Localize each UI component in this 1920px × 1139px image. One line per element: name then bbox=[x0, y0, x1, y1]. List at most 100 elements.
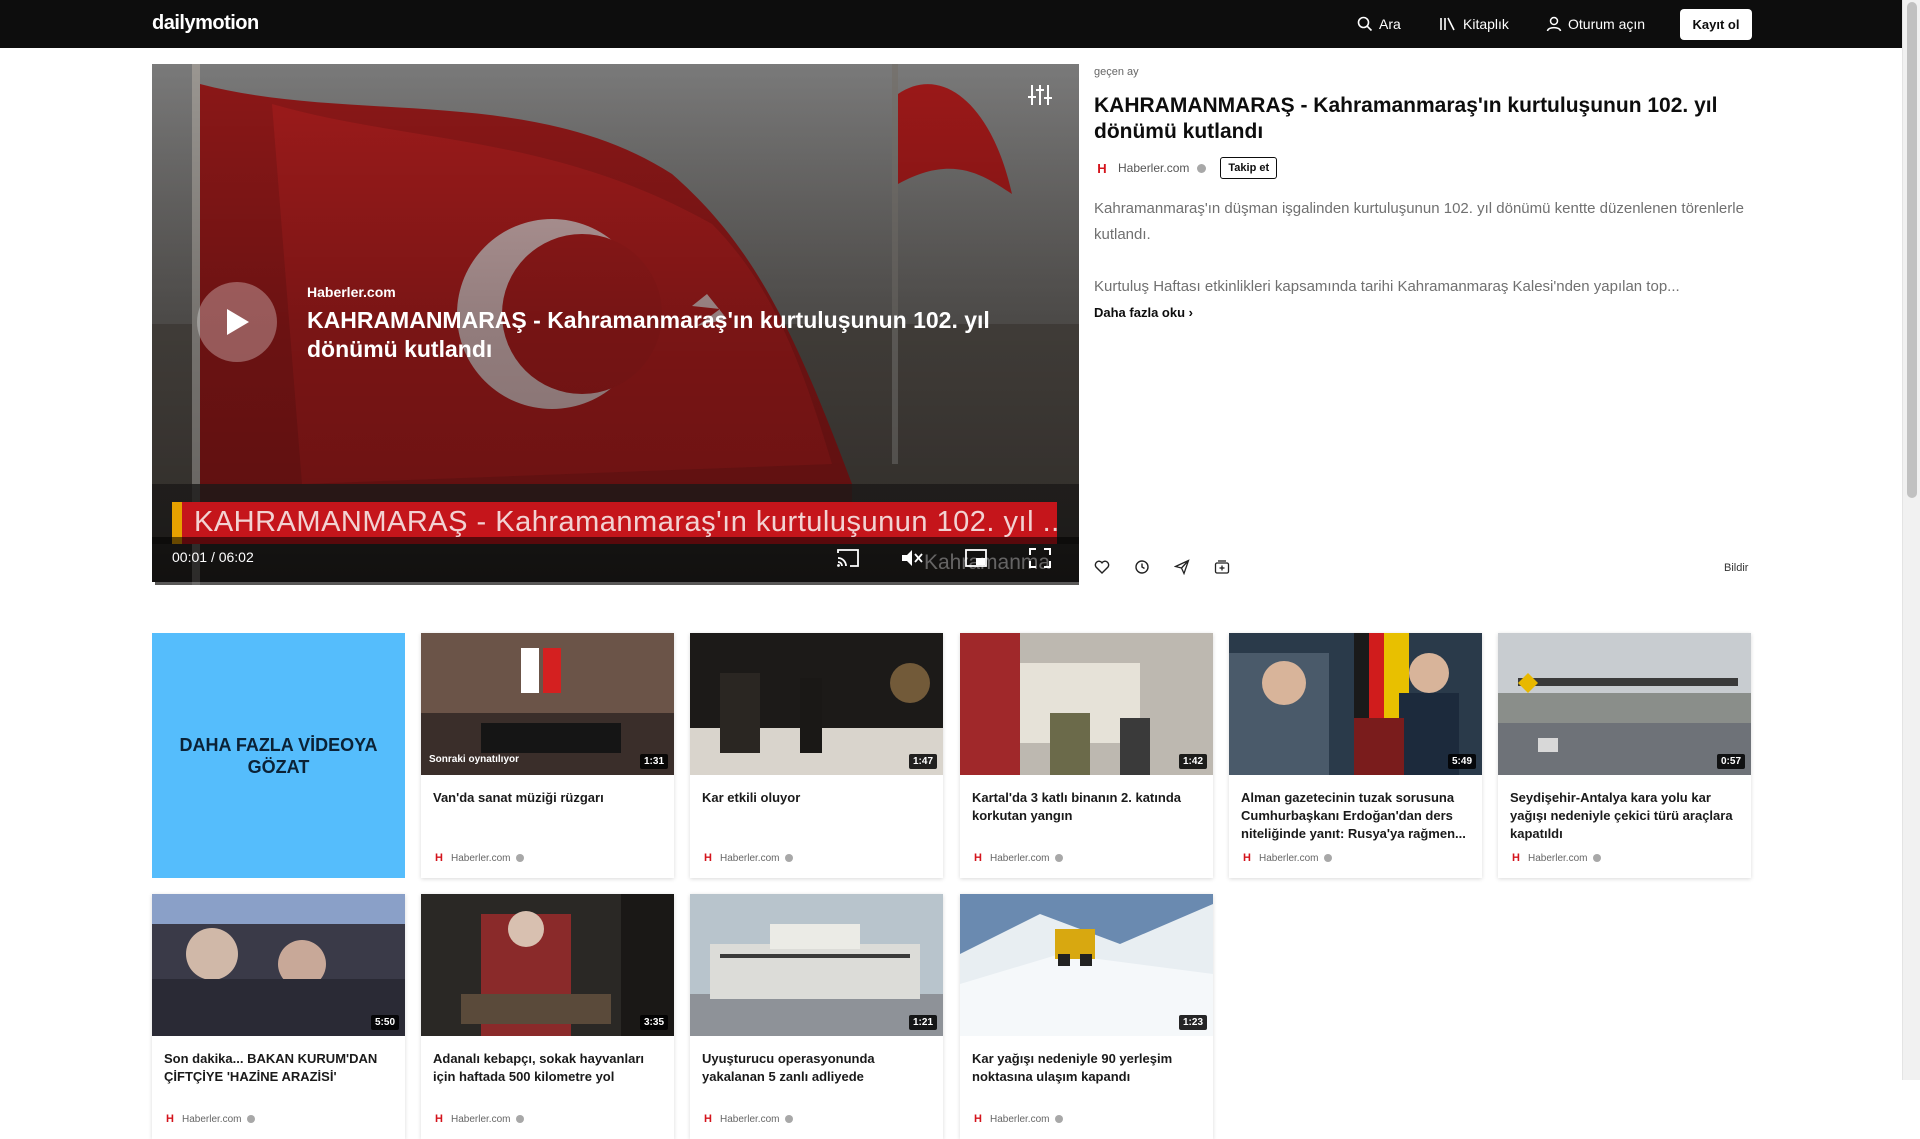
video-thumbnail[interactable]: 5:49 bbox=[1229, 633, 1482, 775]
video-card-title[interactable]: Kar etkili oluyor bbox=[702, 789, 932, 807]
video-card[interactable]: 5:49 Alman gazetecinin tuzak sorusuna Cu… bbox=[1229, 633, 1482, 878]
video-card-channel[interactable]: H Haberler.com bbox=[1241, 852, 1333, 864]
read-more-link[interactable]: Daha fazla oku › bbox=[1094, 305, 1193, 320]
video-card-title[interactable]: Adanalı kebapçı, sokak hayvanları için h… bbox=[433, 1050, 663, 1086]
video-card-channel[interactable]: H Haberler.com bbox=[972, 1113, 1064, 1125]
top-navigation-bar: dailymotion Ara Kitaplık Oturum açın Kay… bbox=[0, 0, 1902, 48]
video-card[interactable]: 5:50 Son dakika... BAKAN KURUM'DAN ÇİFTÇ… bbox=[152, 894, 405, 1139]
heart-icon[interactable] bbox=[1094, 559, 1110, 575]
video-thumbnail[interactable]: 1:47 bbox=[690, 633, 943, 775]
library-button[interactable]: Kitaplık bbox=[1439, 0, 1509, 48]
time-separator: / bbox=[210, 549, 215, 565]
share-icon[interactable] bbox=[1173, 559, 1190, 576]
channel-name: Haberler.com bbox=[990, 852, 1050, 864]
channel-logo: H bbox=[435, 852, 443, 864]
video-card[interactable]: 1:47 Kar etkili oluyor H Haberler.com bbox=[690, 633, 943, 878]
page-scrollbar[interactable] bbox=[1902, 0, 1920, 1080]
report-link[interactable]: Bildir bbox=[1724, 562, 1748, 574]
picture-in-picture-icon[interactable] bbox=[964, 547, 988, 574]
video-duration-badge: 1:47 bbox=[908, 754, 937, 769]
video-card[interactable]: 1:23 Kar yağışı nedeniyle 90 yerleşim no… bbox=[960, 894, 1213, 1139]
video-card[interactable]: Sonraki oynatılıyor 1:31 Van'da sanat mü… bbox=[421, 633, 674, 878]
video-duration-badge: 0:57 bbox=[1716, 754, 1745, 769]
video-duration-badge: 5:49 bbox=[1447, 754, 1476, 769]
video-card-title[interactable]: Seydişehir-Antalya kara yolu kar yağışı … bbox=[1510, 789, 1740, 843]
settings-sliders-icon[interactable] bbox=[1027, 83, 1053, 112]
play-button[interactable] bbox=[197, 282, 277, 362]
video-thumbnail[interactable]: 1:42 bbox=[960, 633, 1213, 775]
video-thumbnail[interactable]: 0:57 bbox=[1498, 633, 1751, 775]
video-card-channel[interactable]: H Haberler.com bbox=[164, 1113, 256, 1125]
search-icon bbox=[1357, 16, 1373, 32]
cast-icon[interactable] bbox=[836, 547, 860, 574]
user-icon bbox=[1546, 16, 1562, 32]
channel-name: Haberler.com bbox=[1528, 852, 1588, 864]
video-card-title[interactable]: Van'da sanat müziği rüzgarı bbox=[433, 789, 663, 807]
ticker-text: KAHRAMANMARAŞ - Kahramanmaraş'ın kurtulu… bbox=[194, 506, 1057, 538]
channel-name: Haberler.com bbox=[720, 1113, 780, 1125]
channel-logo: H bbox=[974, 852, 982, 864]
follow-button[interactable]: Takip et bbox=[1220, 157, 1278, 179]
video-thumbnail[interactable]: 1:21 bbox=[690, 894, 943, 1036]
chevron-right-icon: › bbox=[1188, 305, 1193, 320]
video-card[interactable]: 3:35 Adanalı kebapçı, sokak hayvanları i… bbox=[421, 894, 674, 1139]
video-card-channel[interactable]: H Haberler.com bbox=[702, 1113, 794, 1125]
video-card-title[interactable]: Kar yağışı nedeniyle 90 yerleşim noktası… bbox=[972, 1050, 1202, 1086]
progress-bar-fill bbox=[152, 582, 155, 585]
player-controls: 00:01 / 06:02 Kahramanma bbox=[152, 537, 1079, 585]
mute-icon[interactable] bbox=[900, 547, 924, 574]
search-label: Ara bbox=[1379, 16, 1401, 32]
scrollbar-thumb[interactable] bbox=[1907, 2, 1917, 498]
video-title: KAHRAMANMARAŞ - Kahramanmaraş'ın kurtulu… bbox=[1094, 94, 1718, 143]
channel-name[interactable]: Haberler.com bbox=[1118, 161, 1189, 175]
library-label: Kitaplık bbox=[1463, 16, 1509, 32]
video-card-title[interactable]: Kartal'da 3 katlı binanın 2. katında kor… bbox=[972, 789, 1202, 825]
video-card-channel[interactable]: H Haberler.com bbox=[433, 852, 525, 864]
play-icon bbox=[227, 309, 249, 335]
overlay-video-title: KAHRAMANMARAŞ - Kahramanmaraş'ın kurtulu… bbox=[307, 307, 990, 362]
channel-name: Haberler.com bbox=[182, 1113, 242, 1125]
video-duration-badge: 5:50 bbox=[370, 1015, 399, 1030]
video-thumbnail[interactable]: 1:23 bbox=[960, 894, 1213, 1036]
video-card-channel[interactable]: H Haberler.com bbox=[702, 852, 794, 864]
watch-later-icon[interactable] bbox=[1134, 559, 1150, 575]
video-duration-badge: 1:21 bbox=[908, 1015, 937, 1030]
progress-bar[interactable] bbox=[152, 582, 1079, 585]
video-thumbnail[interactable]: 5:50 bbox=[152, 894, 405, 1036]
posted-date: geçen ay bbox=[1094, 66, 1139, 78]
video-card-title[interactable]: Son dakika... BAKAN KURUM'DAN ÇİFTÇİYE '… bbox=[164, 1050, 394, 1086]
dailymotion-logo[interactable]: dailymotion bbox=[152, 12, 259, 35]
duration: 06:02 bbox=[218, 549, 254, 565]
signup-button[interactable]: Kayıt ol bbox=[1680, 9, 1752, 40]
video-card[interactable]: 0:57 Seydişehir-Antalya kara yolu kar ya… bbox=[1498, 633, 1751, 878]
channel-logo[interactable]: H bbox=[1094, 160, 1110, 176]
verified-icon bbox=[247, 1115, 256, 1123]
video-card-channel[interactable]: H Haberler.com bbox=[972, 852, 1064, 864]
video-thumbnail[interactable]: 3:35 bbox=[421, 894, 674, 1036]
add-to-playlist-icon[interactable] bbox=[1214, 559, 1230, 575]
library-icon bbox=[1440, 17, 1455, 31]
login-button[interactable]: Oturum açın bbox=[1546, 0, 1645, 48]
video-card-channel[interactable]: H Haberler.com bbox=[433, 1113, 525, 1125]
video-card[interactable]: 1:21 Uyuşturucu operasyonunda yakalanan … bbox=[690, 894, 943, 1139]
video-thumbnail[interactable]: Sonraki oynatılıyor 1:31 bbox=[421, 633, 674, 775]
verified-icon bbox=[785, 854, 794, 862]
up-next-label: Sonraki oynatılıyor bbox=[429, 754, 520, 765]
video-card-title[interactable]: Alman gazetecinin tuzak sorusuna Cumhurb… bbox=[1241, 789, 1471, 843]
video-player[interactable]: Haberler.com KAHRAMANMARAŞ - Kahramanmar… bbox=[152, 64, 1079, 585]
verified-icon bbox=[1593, 854, 1602, 862]
video-duration-badge: 1:23 bbox=[1178, 1015, 1207, 1030]
browse-more-videos-tile[interactable]: DAHA FAZLA VİDEOYA GÖZAT bbox=[152, 633, 405, 878]
verified-icon bbox=[1055, 854, 1064, 862]
video-card[interactable]: 1:42 Kartal'da 3 katlı binanın 2. katınd… bbox=[960, 633, 1213, 878]
video-actions bbox=[1094, 559, 1230, 576]
video-duration-badge: 3:35 bbox=[639, 1015, 668, 1030]
video-card-title[interactable]: Uyuşturucu operasyonunda yakalanan 5 zan… bbox=[702, 1050, 932, 1086]
video-card-channel[interactable]: H Haberler.com bbox=[1510, 852, 1602, 864]
search-button[interactable]: Ara bbox=[1357, 0, 1401, 48]
verified-icon bbox=[516, 854, 525, 862]
overlay-channel-name[interactable]: Haberler.com bbox=[307, 284, 396, 300]
time-display: 00:01 / 06:02 bbox=[172, 549, 254, 565]
fullscreen-icon[interactable] bbox=[1028, 547, 1052, 574]
verified-icon bbox=[1324, 854, 1333, 862]
